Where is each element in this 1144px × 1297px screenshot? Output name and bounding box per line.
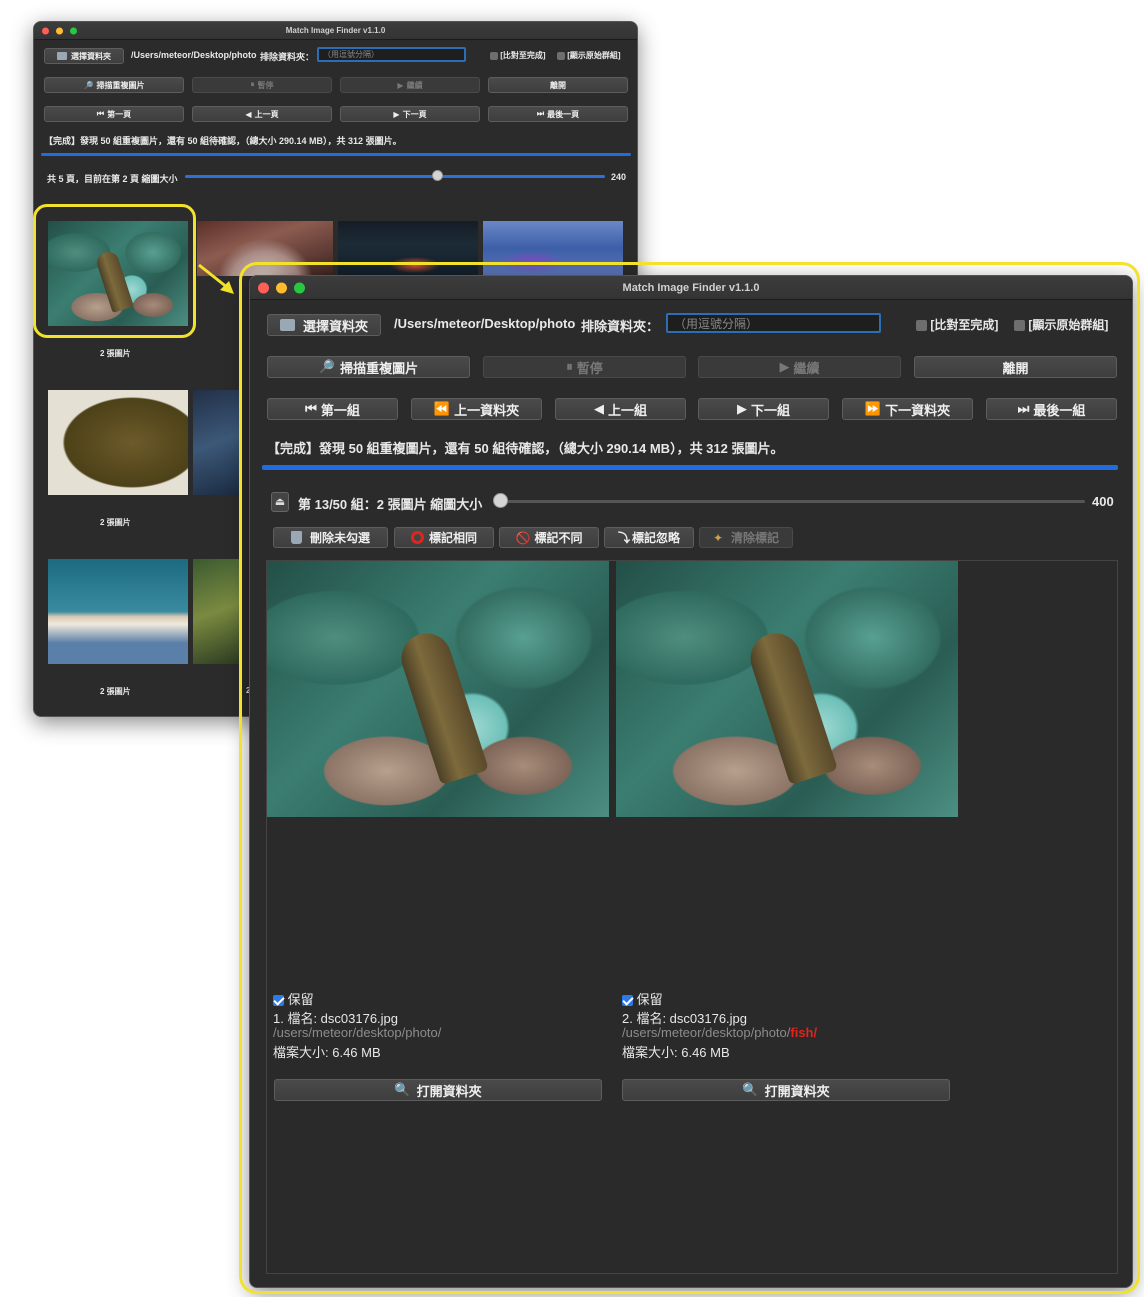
back-window-titlebar: Match Image Finder v1.1.0: [34, 22, 637, 40]
thumb-size-slider[interactable]: [185, 175, 605, 178]
traffic-lights: [42, 27, 77, 34]
scan-button[interactable]: 🔎 掃描重複圖片: [44, 77, 184, 93]
window-title: Match Image Finder v1.1.0: [285, 26, 386, 35]
pause-icon: ⏸: [250, 80, 255, 89]
exclude-input[interactable]: （用逗號分隔）: [317, 47, 466, 62]
last-page-button[interactable]: ⏭ 最後一頁: [488, 106, 628, 122]
thumbnail-image[interactable]: [48, 390, 188, 495]
page-info: 共 5 頁，目前在第 2 頁 縮圖大小: [47, 174, 178, 184]
checkbox-icon[interactable]: [490, 51, 498, 60]
arrow-left-icon: ◀: [245, 109, 252, 119]
minimize-light-icon[interactable]: [56, 27, 63, 34]
prev-page-button[interactable]: ◀ 上一頁: [192, 106, 332, 122]
close-light-icon[interactable]: [42, 27, 49, 34]
arrow-right-icon: ▶: [393, 109, 400, 119]
magnifier-icon: 🔎: [83, 80, 94, 90]
first-page-button[interactable]: ⏮ 第一頁: [44, 106, 184, 122]
next-page-button[interactable]: ▶ 下一頁: [340, 106, 480, 122]
folder-icon: [57, 52, 67, 60]
callout-arrow-icon: [198, 263, 234, 294]
thumbnail-caption: 2 張圖片: [100, 518, 131, 527]
folder-path: /Users/meteor/Desktop/photo: [131, 50, 257, 60]
show-original-checkbox[interactable]: [顯示原始群組]: [557, 50, 621, 61]
skip-first-icon: ⏮: [96, 109, 105, 118]
thumbnail-caption: 2 張圖片: [100, 687, 131, 696]
status-text: 【完成】發現 50 組重複圖片，還有 50 組待確認，（總大小 290.14 M…: [44, 136, 402, 146]
skip-last-icon: ⏭: [536, 109, 545, 118]
quit-button[interactable]: 離開: [488, 77, 628, 93]
checkbox-icon[interactable]: [557, 51, 565, 60]
progress-bar: [41, 153, 631, 156]
zoom-light-icon[interactable]: [70, 27, 77, 34]
thumbnail-caption: 2 張圖片: [100, 349, 131, 358]
compare-done-checkbox[interactable]: [比對至完成]: [490, 50, 546, 61]
front-window-callout: [239, 262, 1140, 1294]
thumbnail-image[interactable]: [48, 559, 188, 664]
highlight-callout: [33, 204, 196, 338]
thumbnail-image[interactable]: [193, 390, 241, 495]
select-folder-button[interactable]: 選擇資料夾: [44, 48, 124, 64]
thumbnail-image[interactable]: [193, 559, 241, 664]
thumb-size-value: 240: [611, 172, 627, 182]
slider-thumb[interactable]: [432, 170, 443, 181]
exclude-label: 排除資料夾：: [260, 52, 315, 62]
pause-button[interactable]: ⏸ 暫停: [192, 77, 332, 93]
play-icon: ▶: [397, 80, 404, 90]
resume-button[interactable]: ▶ 繼續: [340, 77, 480, 93]
